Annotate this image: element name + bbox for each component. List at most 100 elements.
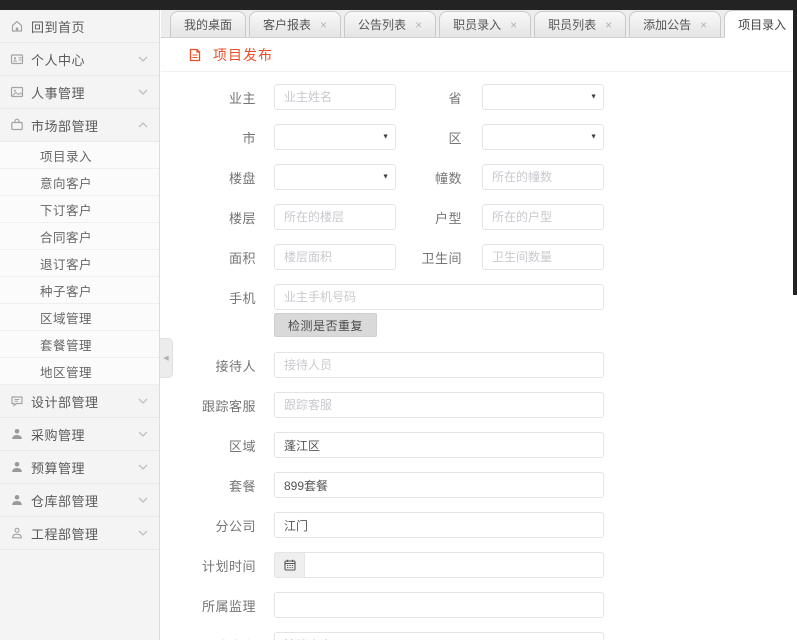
sidebar-subitem-seed-customer[interactable]: 种子客户: [0, 277, 159, 304]
unit-type-label: 户型: [396, 208, 482, 227]
province-select-control[interactable]: [482, 84, 604, 110]
block-label: 幢数: [396, 168, 482, 187]
tab-staff-entry[interactable]: 职员录入×: [439, 11, 531, 37]
close-icon[interactable]: ×: [415, 19, 422, 31]
dark-edge-strip: [793, 0, 797, 295]
tab-label: 公告列表: [358, 16, 406, 33]
close-icon[interactable]: ×: [605, 19, 612, 31]
sidebar-item-label: 市场部管理: [31, 116, 137, 135]
form-row: 市 ▼ 区 ▼: [161, 124, 797, 150]
sidebar-subitem-district-management[interactable]: 地区管理: [0, 358, 159, 385]
city-select: ▼: [274, 124, 396, 150]
region-input[interactable]: [274, 432, 604, 458]
subitem-label: 下订客户: [40, 200, 92, 219]
province-select: ▼: [482, 84, 604, 110]
branch-input[interactable]: [274, 512, 604, 538]
tab-add-announcement[interactable]: 添加公告 ×: [629, 11, 721, 37]
subitem-label: 退订客户: [40, 254, 92, 273]
form-row: 楼层 户型: [161, 204, 797, 230]
sidebar-item-warehouse-management[interactable]: 仓库部管理: [0, 484, 159, 517]
chevron-down-icon: [137, 529, 149, 537]
tab-my-desktop[interactable]: 我的桌面: [170, 11, 246, 37]
building-select-control[interactable]: [274, 164, 396, 190]
sidebar-subitem-cancel-customer[interactable]: 退订客户: [0, 250, 159, 277]
calendar-icon[interactable]: [274, 552, 304, 578]
district-select-control[interactable]: [482, 124, 604, 150]
building-label: 楼盘: [161, 168, 274, 187]
area-input[interactable]: [274, 244, 396, 270]
form-row: 跟踪客服: [161, 392, 797, 418]
briefcase-icon: [9, 118, 24, 133]
tab-announcement-list[interactable]: 公告列表 ×: [344, 11, 436, 37]
sidebar-item-budget-management[interactable]: 预算管理: [0, 451, 159, 484]
sidebar-item-engineering-management[interactable]: 工程部管理: [0, 517, 159, 550]
user-icon: [9, 460, 24, 475]
district-label: 区: [396, 128, 482, 147]
chevron-down-icon: [137, 55, 149, 63]
sidebar-item-label: 仓库部管理: [31, 491, 137, 510]
plan-time-group: [274, 552, 604, 578]
sidebar-subitem-package-management[interactable]: 套餐管理: [0, 331, 159, 358]
negotiation-input[interactable]: [274, 632, 604, 640]
sidebar-subitem-order-customer[interactable]: 下订客户: [0, 196, 159, 223]
project-form: 业主 省 ▼ 市 ▼ 区 ▼: [161, 72, 797, 640]
tracking-service-input[interactable]: [274, 392, 604, 418]
form-row: 手机: [161, 284, 797, 310]
city-label: 市: [161, 128, 274, 147]
close-icon[interactable]: ×: [700, 19, 707, 31]
tracking-service-label: 跟踪客服: [161, 396, 274, 415]
tab-staff-list[interactable]: 职员列表×: [534, 11, 626, 37]
form-row: 所属监理: [161, 592, 797, 618]
plan-time-input[interactable]: [304, 552, 604, 578]
supervisor-label: 所属监理: [161, 596, 274, 615]
form-row: 分公司: [161, 512, 797, 538]
subitem-label: 区域管理: [40, 308, 92, 327]
form-row: 楼盘 ▼ 幢数: [161, 164, 797, 190]
page-header: 项目发布: [161, 38, 797, 72]
negotiation-label: 洽谈内容: [161, 636, 274, 640]
close-icon[interactable]: ×: [510, 19, 517, 31]
close-icon[interactable]: ×: [320, 19, 327, 31]
unit-type-input[interactable]: [482, 204, 604, 230]
city-select-control[interactable]: [274, 124, 396, 150]
supervisor-input[interactable]: [274, 592, 604, 618]
bathroom-input[interactable]: [482, 244, 604, 270]
floor-label: 楼层: [161, 208, 274, 227]
block-input[interactable]: [482, 164, 604, 190]
package-input[interactable]: [274, 472, 604, 498]
sidebar-subitem-region-management[interactable]: 区域管理: [0, 304, 159, 331]
sidebar-item-hr-management[interactable]: 人事管理: [0, 76, 159, 109]
region-label: 区域: [161, 436, 274, 455]
sidebar-item-home[interactable]: 回到首页: [0, 10, 159, 43]
sidebar-item-personal-center[interactable]: 个人中心: [0, 43, 159, 76]
form-row: 接待人: [161, 352, 797, 378]
sidebar-collapse-handle[interactable]: ◀: [160, 338, 173, 378]
subitem-label: 种子客户: [40, 281, 92, 300]
tab-label: 添加公告: [643, 16, 691, 33]
sidebar-subitem-intention-customer[interactable]: 意向客户: [0, 169, 159, 196]
sidebar-item-marketing-management[interactable]: 市场部管理: [0, 109, 159, 142]
sidebar-subitem-project-entry[interactable]: 项目录入: [0, 142, 159, 169]
photo-icon: [9, 85, 24, 100]
receptionist-input[interactable]: [274, 352, 604, 378]
branch-label: 分公司: [161, 516, 274, 535]
floor-input[interactable]: [274, 204, 396, 230]
sidebar-subitem-contract-customer[interactable]: 合同客户: [0, 223, 159, 250]
chevron-down-icon: [137, 397, 149, 405]
tab-project-entry[interactable]: 项目录入×: [724, 10, 797, 38]
sidebar-item-label: 采购管理: [31, 425, 137, 444]
id-card-icon: [9, 52, 24, 67]
tab-customer-report[interactable]: 客户报表×: [249, 11, 341, 37]
owner-input[interactable]: [274, 84, 396, 110]
sidebar-item-label: 人事管理: [31, 83, 137, 102]
phone-input[interactable]: [274, 284, 604, 310]
area-label: 面积: [161, 248, 274, 267]
sidebar-item-design-management[interactable]: 设计部管理: [0, 385, 159, 418]
building-select: ▼: [274, 164, 396, 190]
bathroom-label: 卫生间: [396, 248, 482, 267]
tab-label: 我的桌面: [184, 16, 232, 33]
form-row: 业主 省 ▼: [161, 84, 797, 110]
check-duplicate-button[interactable]: 检测是否重复: [274, 313, 377, 337]
tab-bar: 我的桌面 客户报表× 公告列表 × 职员录入× 职员列表× 添加公告 × 项目录入×: [161, 10, 797, 38]
sidebar-item-purchase-management[interactable]: 采购管理: [0, 418, 159, 451]
